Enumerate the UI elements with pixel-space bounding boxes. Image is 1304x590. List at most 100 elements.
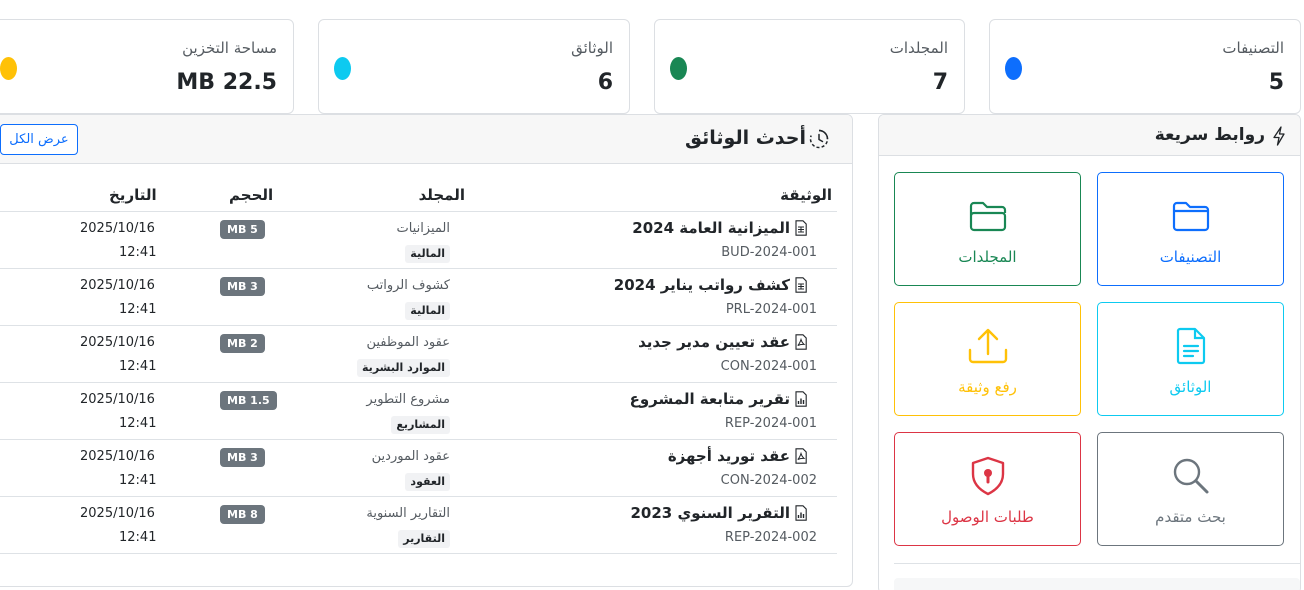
recent-documents-header: أحدث الوثائق عرض الكل	[0, 115, 852, 164]
stat-card-storage: مساحة التخزين MB 22.5	[0, 19, 294, 114]
column-header-date: التاريخ	[109, 186, 157, 204]
stat-label: التصنيفات	[1222, 39, 1284, 57]
upload-icon	[968, 328, 1007, 364]
recent-documents-panel: أحدث الوثائق عرض الكل الوثيقة المجلد الح…	[0, 114, 853, 587]
table-row[interactable]: التقرير السنوي 2023 REP-2024-002 التقاري…	[0, 497, 837, 554]
category-badge: المالية	[405, 245, 450, 263]
folder-name: الميزانيات	[396, 221, 450, 236]
time-value: 12:41	[119, 245, 157, 260]
document-name[interactable]: تقرير متابعة المشروع	[630, 390, 790, 408]
quick-link-label: المجلدات	[958, 248, 1017, 266]
document-code: PRL-2024-001	[725, 302, 817, 317]
category-badge: التقارير	[398, 530, 450, 548]
spreadsheet-file-icon	[795, 220, 807, 236]
time-value: 12:41	[119, 530, 157, 545]
recent-documents-title: أحدث الوثائق	[685, 127, 806, 149]
pdf-file-icon	[795, 448, 807, 464]
folder-name: التقارير السنوية	[366, 506, 450, 521]
quick-links-header: روابط سريعة	[879, 115, 1300, 156]
category-badge: المشاريع	[391, 416, 450, 434]
document-name[interactable]: عقد توريد أجهزة	[668, 447, 790, 465]
document-code: CON-2024-002	[720, 473, 817, 488]
date-value: 2025/10/16	[80, 392, 155, 407]
quick-link-documents[interactable]: الوثائق	[1097, 302, 1284, 416]
category-badge: الموارد البشرية	[357, 359, 450, 377]
document-code: CON-2024-001	[720, 359, 817, 374]
quick-links-panel: روابط سريعة التصنيفات المجلدات الوثائق ر…	[878, 114, 1301, 590]
stat-dot-icon	[670, 57, 687, 80]
stat-value: 6	[597, 70, 613, 95]
document-name[interactable]: كشف رواتب يناير 2024	[614, 276, 790, 294]
table-row[interactable]: تقرير متابعة المشروع REP-2024-001 مشروع …	[0, 383, 837, 440]
folder-icon	[1172, 201, 1209, 232]
stat-value: MB 22.5	[176, 70, 277, 95]
document-icon	[1176, 327, 1205, 365]
quick-links-footer	[894, 578, 1300, 590]
size-badge: MB 3	[220, 448, 265, 467]
quick-link-label: بحث متقدم	[1155, 508, 1226, 526]
stat-card-documents: الوثائق 6	[318, 19, 630, 114]
column-header-document: الوثيقة	[780, 186, 832, 204]
time-value: 12:41	[119, 359, 157, 374]
clock-history-icon	[809, 129, 829, 149]
quick-link-access-requests[interactable]: طلبات الوصول	[894, 432, 1081, 546]
quick-link-label: التصنيفات	[1159, 248, 1222, 266]
size-badge: MB 5	[220, 220, 265, 239]
date-value: 2025/10/16	[80, 278, 155, 293]
quick-link-folders[interactable]: المجلدات	[894, 172, 1081, 286]
spreadsheet-file-icon	[795, 277, 807, 293]
stat-dot-icon	[1005, 57, 1022, 80]
quick-links-divider	[894, 563, 1300, 564]
view-all-button[interactable]: عرض الكل	[0, 124, 78, 155]
stat-dot-icon	[0, 57, 17, 80]
time-value: 12:41	[119, 416, 157, 431]
stat-label: مساحة التخزين	[182, 39, 277, 57]
stat-dot-icon	[334, 57, 351, 80]
document-name[interactable]: التقرير السنوي 2023	[631, 504, 791, 522]
folder-name: مشروع التطوير	[366, 392, 450, 407]
document-code: BUD-2024-001	[721, 245, 817, 260]
pdf-file-icon	[795, 334, 807, 350]
table-row[interactable]: عقد توريد أجهزة CON-2024-002 عقود المورد…	[0, 440, 837, 497]
date-value: 2025/10/16	[80, 221, 155, 236]
lightning-icon	[1273, 126, 1285, 146]
document-name[interactable]: الميزانية العامة 2024	[632, 219, 790, 237]
quick-link-categories[interactable]: التصنيفات	[1097, 172, 1284, 286]
date-value: 2025/10/16	[80, 335, 155, 350]
size-badge: MB 3	[220, 277, 265, 296]
chart-file-icon	[795, 391, 807, 407]
quick-link-advanced-search[interactable]: بحث متقدم	[1097, 432, 1284, 546]
column-header-size: الحجم	[229, 186, 274, 204]
time-value: 12:41	[119, 473, 157, 488]
folder-name: عقود الموردين	[371, 449, 450, 464]
size-badge: MB 2	[220, 334, 265, 353]
quick-link-label: رفع وثيقة	[958, 378, 1017, 396]
stat-card-categories: التصنيفات 5	[989, 19, 1301, 114]
quick-link-upload[interactable]: رفع وثيقة	[894, 302, 1081, 416]
chart-file-icon	[795, 505, 807, 521]
folder-name: كشوف الرواتب	[366, 278, 450, 293]
table-row[interactable]: الميزانية العامة 2024 BUD-2024-001 الميز…	[0, 212, 837, 269]
stat-card-folders: المجلدات 7	[654, 19, 965, 114]
time-value: 12:41	[119, 302, 157, 317]
shield-lock-icon	[971, 456, 1004, 496]
category-badge: المالية	[405, 302, 450, 320]
document-code: REP-2024-001	[724, 416, 817, 431]
size-badge: MB 1.5	[220, 391, 277, 410]
quick-links-title: روابط سريعة	[1154, 125, 1265, 145]
stat-value: 5	[1268, 70, 1284, 95]
table-row[interactable]: كشف رواتب يناير 2024 PRL-2024-001 كشوف ا…	[0, 269, 837, 326]
stat-label: الوثائق	[571, 39, 613, 57]
category-badge: العقود	[405, 473, 450, 491]
folder-open-icon	[969, 201, 1006, 232]
stat-label: المجلدات	[889, 39, 948, 57]
search-icon	[1173, 458, 1208, 494]
document-name[interactable]: عقد تعيين مدير جديد	[638, 333, 790, 351]
quick-link-label: الوثائق	[1169, 378, 1212, 396]
table-row[interactable]: عقد تعيين مدير جديد CON-2024-001 عقود ال…	[0, 326, 837, 383]
folder-name: عقود الموظفين	[366, 335, 450, 350]
quick-link-label: طلبات الوصول	[941, 508, 1034, 526]
document-code: REP-2024-002	[724, 530, 817, 545]
date-value: 2025/10/16	[80, 506, 155, 521]
size-badge: MB 8	[220, 505, 265, 524]
